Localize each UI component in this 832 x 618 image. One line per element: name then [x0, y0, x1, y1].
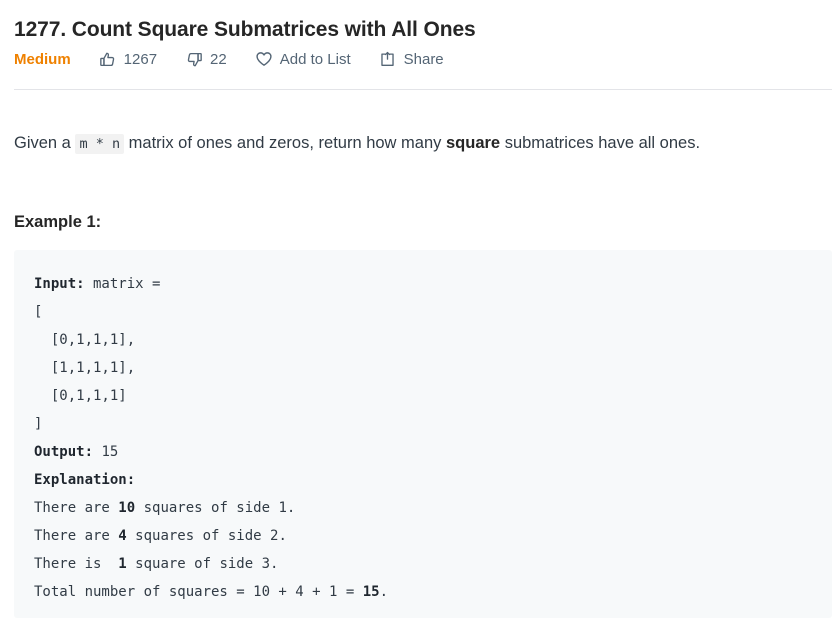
statement-emphasis: square [446, 133, 501, 152]
explanation-number: 15 [362, 584, 380, 600]
explanation-text: There are [34, 528, 119, 544]
share-icon [379, 50, 397, 68]
add-to-list-label: Add to List [279, 50, 351, 68]
dislike-count: 22 [210, 50, 227, 68]
explanation-text: Total number of squares = 10 + 4 + 1 = [34, 584, 363, 600]
matrix-open: [ [34, 304, 43, 320]
explanation-text: squares of side 1. [135, 500, 296, 516]
matrix-row: [0,1,1,1], [34, 332, 136, 348]
explanation-line: There is 1 square of side 3. [34, 556, 278, 572]
page-title: 1277. Count Square Submatrices with All … [14, 18, 476, 42]
explanation-number: 1 [118, 556, 127, 572]
difficulty-badge: Medium [14, 50, 71, 68]
example-1-heading: Example 1: [14, 213, 102, 231]
explanation-text: square of side 3. [126, 556, 279, 572]
explanation-label: Explanation: [34, 472, 136, 488]
add-to-list-button[interactable]: Add to List [255, 50, 351, 68]
explanation-number: 4 [118, 528, 127, 544]
explanation-number: 10 [118, 500, 136, 516]
output-value: 15 [93, 444, 119, 460]
explanation-text: There are [34, 500, 119, 516]
thumbs-up-icon [99, 50, 117, 68]
explanation-line: Total number of squares = 10 + 4 + 1 = 1… [34, 584, 388, 600]
matrix-row: [1,1,1,1], [34, 360, 136, 376]
statement-mid: matrix of ones and zeros, return how man… [124, 133, 446, 152]
output-label: Output: [34, 444, 94, 460]
share-label: Share [403, 50, 444, 68]
inline-code-dimensions: m * n [75, 133, 125, 154]
problem-action-bar: Medium 1267 22 Add to List Share [14, 46, 444, 72]
example-1-code: Input: matrix = [ [0,1,1,1], [1,1,1,1], … [34, 270, 812, 606]
problem-description-panel: 1277. Count Square Submatrices with All … [0, 0, 832, 618]
explanation-text: There is [34, 556, 119, 572]
like-button[interactable]: 1267 [99, 50, 157, 68]
explanation-line: There are 4 squares of side 2. [34, 528, 287, 544]
input-label: Input: [34, 276, 85, 292]
dislike-button[interactable]: 22 [185, 50, 227, 68]
explanation-text: . [379, 584, 389, 600]
heart-icon [255, 50, 273, 68]
thumbs-down-icon [185, 50, 203, 68]
problem-statement: Given a m * n matrix of ones and zeros, … [14, 130, 832, 157]
matrix-row: [0,1,1,1] [34, 388, 127, 404]
header-divider [14, 89, 832, 90]
like-count: 1267 [123, 50, 158, 68]
explanation-line: There are 10 squares of side 1. [34, 500, 295, 516]
input-value: matrix = [84, 276, 161, 292]
matrix-close: ] [34, 416, 43, 432]
share-button[interactable]: Share [379, 50, 444, 68]
statement-lead: Given a [14, 133, 76, 152]
example-1-code-block: Input: matrix = [ [0,1,1,1], [1,1,1,1], … [14, 250, 832, 618]
statement-tail: submatrices have all ones. [500, 133, 701, 152]
explanation-text: squares of side 2. [126, 528, 287, 544]
